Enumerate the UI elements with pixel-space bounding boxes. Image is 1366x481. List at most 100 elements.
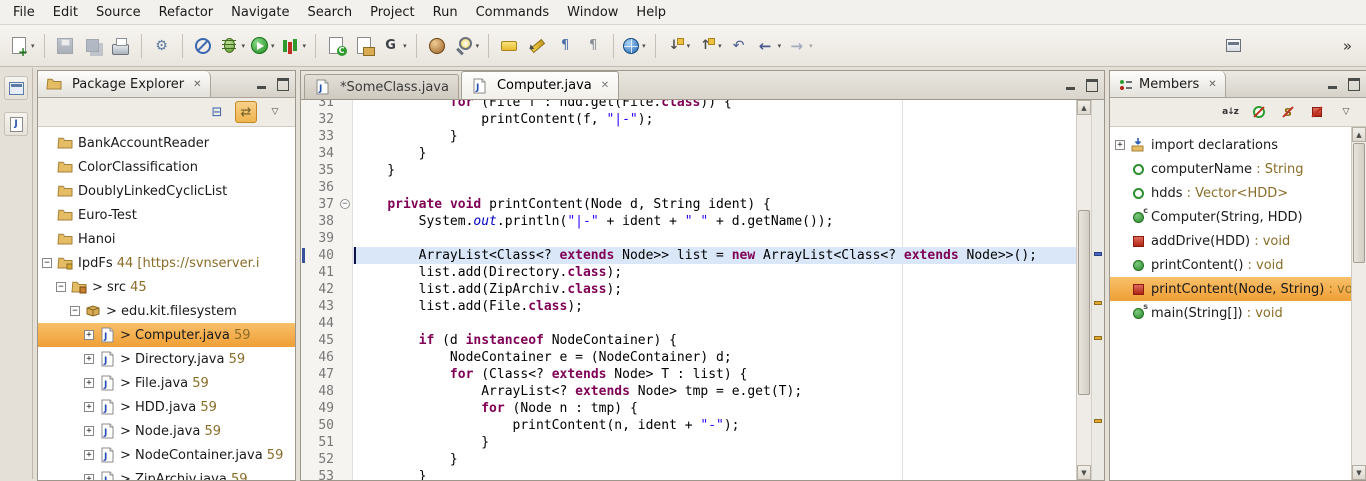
maximize-icon[interactable] — [277, 78, 289, 91]
code-line[interactable]: 37− private void printContent(Node d, St… — [301, 196, 1076, 213]
member-item-main-string[interactable]: smain(String[]) : void — [1110, 301, 1351, 325]
scroll-down-icon[interactable]: ▼ — [1077, 465, 1091, 480]
fold-collapse-icon[interactable]: − — [340, 199, 350, 209]
dropdown-arrow-icon[interactable]: ▾ — [687, 42, 691, 50]
expand-icon[interactable]: + — [84, 474, 94, 480]
editor-tab-computer-java[interactable]: JComputer.java✕ — [461, 71, 619, 99]
toolbar-overflow-chevron[interactable]: » — [1343, 37, 1352, 55]
menu-file[interactable]: File — [4, 0, 44, 24]
sort-button[interactable] — [1219, 101, 1241, 123]
new-java-class-button[interactable] — [323, 33, 349, 59]
code-line[interactable]: 49 for (Node n : tmp) { — [301, 400, 1076, 417]
skip-breakpoints-button[interactable] — [190, 33, 216, 59]
link-with-editor-button[interactable] — [235, 101, 257, 123]
package-explorer-view-tab[interactable]: Package Explorer ✕ — [38, 71, 211, 97]
tree-item-file-java[interactable]: +J> File.java 59 — [38, 371, 295, 395]
expand-icon[interactable]: + — [84, 354, 94, 364]
dropdown-arrow-icon[interactable]: ▾ — [778, 42, 782, 50]
highlight-button[interactable] — [524, 33, 550, 59]
format-button[interactable] — [580, 33, 606, 59]
member-item-computer-string-hdd[interactable]: cComputer(String, HDD) — [1110, 205, 1351, 229]
menu-help[interactable]: Help — [627, 0, 675, 24]
prev-annotation-button[interactable]: ▾ — [694, 33, 724, 59]
code-line[interactable]: 43 list.add(File.class); — [301, 298, 1076, 315]
back-history-button[interactable]: ▾ — [754, 33, 784, 59]
code-line[interactable]: 42 list.add(ZipArchiv.class); — [301, 281, 1076, 298]
code-line[interactable]: 53 } — [301, 468, 1076, 480]
code-line[interactable]: 38 System.out.println("|-" + ident + " "… — [301, 213, 1076, 230]
tree-item-node-java[interactable]: +J> Node.java 59 — [38, 419, 295, 443]
tree-item-computer-java[interactable]: +J> Computer.java 59 — [38, 323, 295, 347]
dropdown-arrow-icon[interactable]: ▾ — [303, 42, 307, 50]
run-button[interactable]: ▾ — [249, 33, 277, 59]
dropdown-arrow-icon[interactable]: ▾ — [476, 42, 480, 50]
menu-search[interactable]: Search — [298, 0, 361, 24]
tree-item-src[interactable]: −> src 45 — [38, 275, 295, 299]
minimize-icon[interactable] — [1066, 80, 1075, 90]
code-line[interactable]: 41 list.add(Directory.class); — [301, 264, 1076, 281]
view-menu-button[interactable] — [264, 101, 286, 123]
code-line[interactable]: 51 } — [301, 434, 1076, 451]
code-line[interactable]: 40 ArrayList<Class<? extends Node>> list… — [301, 247, 1076, 264]
scroll-up-icon[interactable]: ▲ — [1077, 100, 1091, 115]
dropdown-arrow-icon[interactable]: ▾ — [642, 42, 646, 50]
member-item-printcontent-node-string[interactable]: printContent(Node, String) : void — [1110, 277, 1351, 301]
fast-restore-button[interactable] — [4, 76, 28, 100]
dropdown-arrow-icon[interactable]: ▾ — [403, 42, 407, 50]
close-icon[interactable]: ✕ — [601, 80, 609, 91]
tree-item-nodecontainer-java[interactable]: +J> NodeContainer.java 59 — [38, 443, 295, 467]
collapse-all-button[interactable] — [206, 101, 228, 123]
dropdown-arrow-icon[interactable]: ▾ — [271, 42, 275, 50]
code-line[interactable]: 44 — [301, 315, 1076, 332]
menu-commands[interactable]: Commands — [467, 0, 559, 24]
menu-source[interactable]: Source — [87, 0, 150, 24]
menu-edit[interactable]: Edit — [44, 0, 87, 24]
dropdown-arrow-icon[interactable]: ▾ — [809, 42, 813, 50]
minimize-icon[interactable] — [1328, 79, 1337, 89]
print-button[interactable] — [108, 33, 134, 59]
debug-button[interactable]: ▾ — [218, 33, 248, 59]
menu-run[interactable]: Run — [424, 0, 467, 24]
show-whitespace-button[interactable] — [552, 33, 578, 59]
menu-window[interactable]: Window — [558, 0, 627, 24]
tree-item-bankaccountreader[interactable]: BankAccountReader — [38, 131, 295, 155]
member-item-import-declarations[interactable]: +import declarations — [1110, 133, 1351, 157]
expand-icon[interactable]: + — [84, 450, 94, 460]
next-annotation-button[interactable]: ▾ — [663, 33, 693, 59]
tree-item-euro-test[interactable]: Euro-Test — [38, 203, 295, 227]
menu-navigate[interactable]: Navigate — [222, 0, 298, 24]
dropdown-arrow-icon[interactable]: ▾ — [31, 42, 35, 50]
maximize-icon[interactable] — [1086, 79, 1098, 92]
close-icon[interactable]: ✕ — [193, 79, 201, 90]
expand-icon[interactable]: + — [84, 378, 94, 388]
code-line[interactable]: 33 } — [301, 128, 1076, 145]
tree-item-edu-kit-filesystem[interactable]: −> edu.kit.filesystem — [38, 299, 295, 323]
coverage-button[interactable]: ▾ — [279, 33, 309, 59]
code-line[interactable]: 52 } — [301, 451, 1076, 468]
generate-button[interactable]: ▾ — [379, 33, 409, 59]
collapse-icon[interactable]: − — [56, 282, 66, 292]
member-item-computername[interactable]: computerName : String — [1110, 157, 1351, 181]
editor-scrollbar[interactable]: ▲ ▼ — [1076, 100, 1091, 480]
code-line[interactable]: 47 for (Class<? extends Node> T : list) … — [301, 366, 1076, 383]
dropdown-arrow-icon[interactable]: ▾ — [718, 42, 722, 50]
expand-icon[interactable]: + — [84, 402, 94, 412]
last-edit-location-button[interactable] — [726, 33, 752, 59]
open-browser-button[interactable]: ▾ — [621, 33, 648, 59]
tree-item-colorclassification[interactable]: ColorClassification — [38, 155, 295, 179]
hide-non-public-button[interactable] — [1306, 101, 1328, 123]
code-line[interactable]: 36 — [301, 179, 1076, 196]
code-line[interactable]: 50 printContent(n, ident + "-"); — [301, 417, 1076, 434]
new-wizard-button[interactable]: ▾ — [7, 33, 37, 59]
pin-editor-button[interactable] — [1221, 33, 1247, 59]
expand-icon[interactable]: + — [84, 330, 94, 340]
hide-fields-button[interactable] — [1248, 101, 1270, 123]
code-line[interactable]: 32 printContent(f, "|-"); — [301, 111, 1076, 128]
member-item-adddrive-hdd[interactable]: addDrive(HDD) : void — [1110, 229, 1351, 253]
tree-item-ziparchiv-java[interactable]: +J> ZipArchiv.java 59 — [38, 467, 295, 480]
members-view-tab[interactable]: Members ✕ — [1110, 71, 1226, 97]
scroll-down-icon[interactable]: ▼ — [1352, 465, 1366, 480]
maximize-icon[interactable] — [1348, 78, 1360, 91]
code-line[interactable]: 39 — [301, 230, 1076, 247]
collapse-icon[interactable]: − — [70, 306, 80, 316]
